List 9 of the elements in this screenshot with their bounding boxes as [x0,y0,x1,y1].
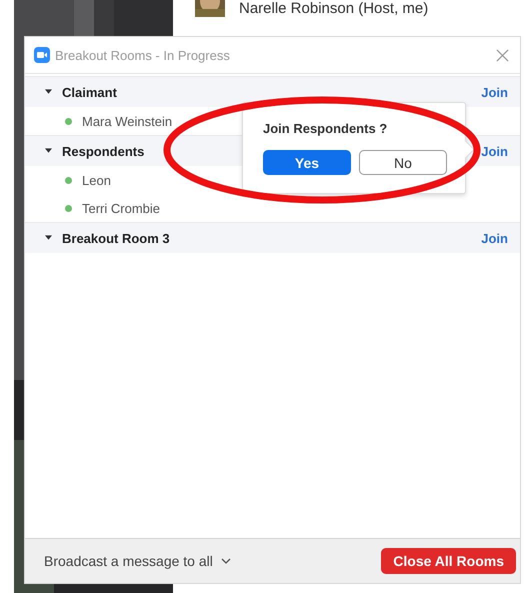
room-name: Breakout Room 3 [62,230,170,246]
participant-name: Narelle Robinson (Host, me) [239,0,428,18]
popup-question: Join Respondents ? [263,121,388,136]
room-name: Respondents [62,144,144,158]
participant-name: Mara Weinstein [82,114,172,128]
participant-name: Terri Crombie [82,200,160,216]
room-name: Claimant [62,84,117,100]
window-title: Breakout Rooms - In Progress [55,48,231,62]
participant-name: Leon [82,172,111,188]
